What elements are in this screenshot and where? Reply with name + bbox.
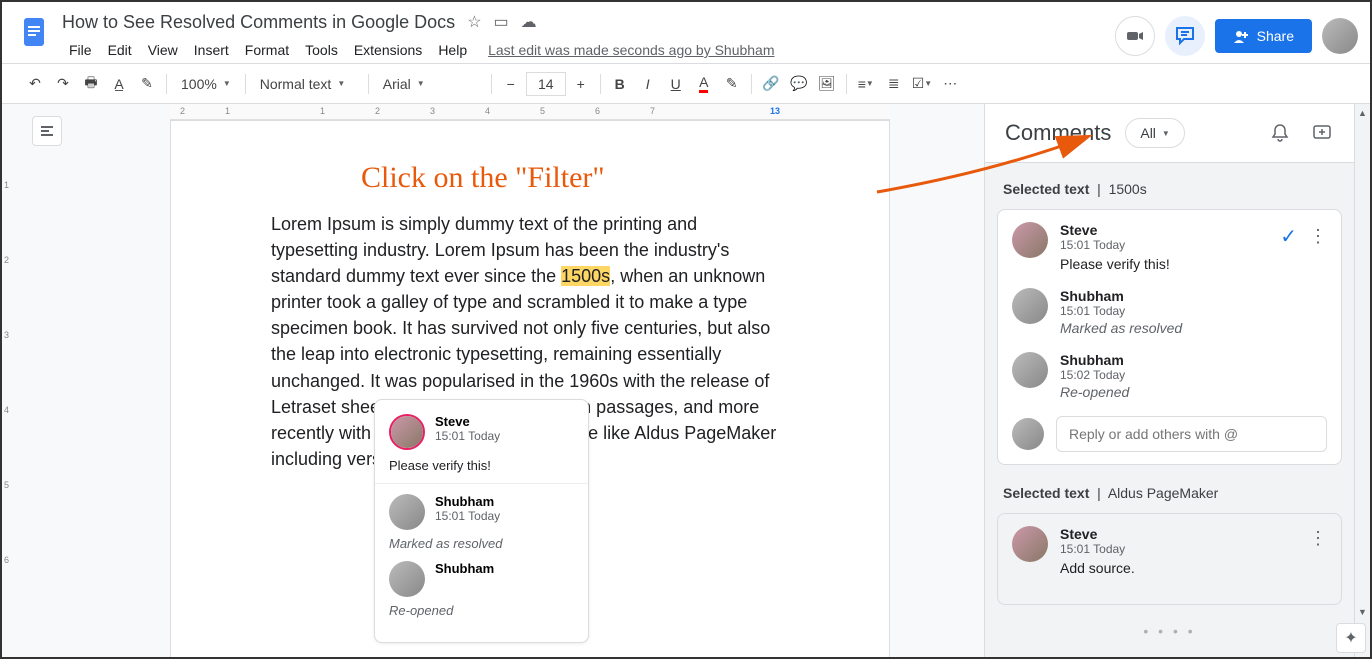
- image-icon[interactable]: 🖼: [814, 70, 840, 98]
- comments-history-icon[interactable]: [1165, 16, 1205, 56]
- avatar-icon: [1012, 352, 1048, 388]
- comments-title: Comments: [1005, 120, 1111, 146]
- inline-comment-thread[interactable]: Steve15:01 Today Please verify this! Shu…: [374, 399, 589, 643]
- avatar-icon: [389, 414, 425, 450]
- thread-selected-text: Selected text | Aldus PageMaker: [997, 479, 1342, 513]
- annotation-text: Click on the "Filter": [361, 161, 605, 195]
- menu-tools[interactable]: Tools: [298, 38, 345, 62]
- redo-icon[interactable]: ↷: [50, 70, 76, 98]
- thread-selected-text: Selected text | 1500s: [997, 175, 1342, 209]
- font-select[interactable]: Arial▼: [375, 70, 485, 98]
- menu-view[interactable]: View: [141, 38, 185, 62]
- notifications-icon[interactable]: [1268, 121, 1292, 145]
- ruler-horizontal[interactable]: 2 1 1 2 3 4 5 6 7 13: [170, 104, 890, 120]
- doc-title[interactable]: How to See Resolved Comments in Google D…: [62, 12, 455, 33]
- print-icon[interactable]: 🖶: [78, 70, 104, 98]
- text-color-icon[interactable]: A: [691, 70, 717, 98]
- spellcheck-icon[interactable]: A̲: [106, 70, 132, 98]
- bold-icon[interactable]: B: [607, 70, 633, 98]
- avatar-icon: [389, 561, 425, 597]
- outline-toggle-icon[interactable]: [32, 116, 62, 146]
- share-label: Share: [1257, 28, 1294, 44]
- scroll-down-icon[interactable]: ▼: [1358, 607, 1367, 617]
- main: 2 1 1 2 3 4 5 6 7 13 1 2 3 4 5 6 Click o…: [2, 104, 1370, 657]
- avatar-icon: [1012, 288, 1048, 324]
- menu-format[interactable]: Format: [238, 38, 296, 62]
- comments-filter-dropdown[interactable]: All▼: [1125, 118, 1184, 148]
- avatar-icon: [389, 494, 425, 530]
- menu-insert[interactable]: Insert: [187, 38, 236, 62]
- avatar-icon: [1012, 418, 1044, 450]
- share-button[interactable]: Share: [1215, 19, 1312, 53]
- highlighted-text: 1500s: [561, 266, 610, 286]
- header-mid: How to See Resolved Comments in Google D…: [62, 10, 1115, 62]
- avatar-icon: [1012, 222, 1048, 258]
- undo-icon[interactable]: ↶: [22, 70, 48, 98]
- menu-file[interactable]: File: [62, 38, 99, 62]
- cloud-icon[interactable]: ☁: [521, 12, 537, 32]
- vertical-scrollbar[interactable]: ▲ ▼ ✦: [1354, 104, 1370, 657]
- font-size-dec[interactable]: −: [498, 70, 524, 98]
- kebab-icon[interactable]: ⋮: [1309, 528, 1327, 549]
- link-icon[interactable]: 🔗: [758, 70, 784, 98]
- add-comment-icon[interactable]: 💬: [786, 70, 812, 98]
- avatar-icon: [1012, 526, 1048, 562]
- ruler-vertical[interactable]: 1 2 3 4 5 6: [2, 120, 18, 657]
- menu-bar: File Edit View Insert Format Tools Exten…: [62, 38, 1115, 62]
- comment-thread[interactable]: Steve 15:01 Today Please verify this! ✓ …: [997, 209, 1342, 465]
- comments-panel-header: Comments All▼: [985, 104, 1354, 163]
- font-size-input[interactable]: 14: [526, 72, 566, 96]
- zoom-select[interactable]: 100%▼: [173, 70, 239, 98]
- new-comment-icon[interactable]: [1310, 121, 1334, 145]
- docs-logo-icon[interactable]: [14, 12, 54, 52]
- more-icon[interactable]: ⋯: [937, 70, 963, 98]
- document-area: 2 1 1 2 3 4 5 6 7 13 1 2 3 4 5 6 Click o…: [2, 104, 984, 657]
- toolbar: ↶ ↷ 🖶 A̲ ✎ 100%▼ Normal text▼ Arial▼ − 1…: [2, 64, 1370, 104]
- app-header: How to See Resolved Comments in Google D…: [2, 2, 1370, 64]
- font-size-inc[interactable]: +: [568, 70, 594, 98]
- scroll-up-icon[interactable]: ▲: [1358, 108, 1367, 118]
- resolve-icon[interactable]: ✓: [1280, 224, 1297, 249]
- comments-list[interactable]: Selected text | 1500s Steve 15:01 Today …: [985, 163, 1354, 657]
- meet-icon[interactable]: [1115, 16, 1155, 56]
- comments-panel: Comments All▼ Selected text | 1500s Stev…: [984, 104, 1354, 657]
- reply-input[interactable]: [1056, 416, 1327, 452]
- highlight-icon[interactable]: ✎: [719, 70, 745, 98]
- menu-edit[interactable]: Edit: [101, 38, 139, 62]
- paint-format-icon[interactable]: ✎: [134, 70, 160, 98]
- style-select[interactable]: Normal text▼: [252, 70, 362, 98]
- line-spacing-icon[interactable]: ≣: [881, 70, 907, 98]
- comment-thread[interactable]: Steve 15:01 Today Add source. ⋮: [997, 513, 1342, 605]
- last-edit-link[interactable]: Last edit was made seconds ago by Shubha…: [488, 38, 774, 62]
- explore-icon[interactable]: ✦: [1336, 623, 1366, 653]
- menu-extensions[interactable]: Extensions: [347, 38, 429, 62]
- kebab-icon[interactable]: ⋮: [1309, 226, 1327, 247]
- underline-icon[interactable]: U: [663, 70, 689, 98]
- panel-drag-handle[interactable]: • • • •: [997, 619, 1342, 643]
- menu-help[interactable]: Help: [431, 38, 474, 62]
- align-icon[interactable]: ≡▼: [853, 70, 879, 98]
- move-icon[interactable]: ▭: [494, 12, 509, 32]
- italic-icon[interactable]: I: [635, 70, 661, 98]
- account-avatar[interactable]: [1322, 18, 1358, 54]
- star-icon[interactable]: ☆: [467, 12, 481, 32]
- checklist-icon[interactable]: ☑▼: [909, 70, 935, 98]
